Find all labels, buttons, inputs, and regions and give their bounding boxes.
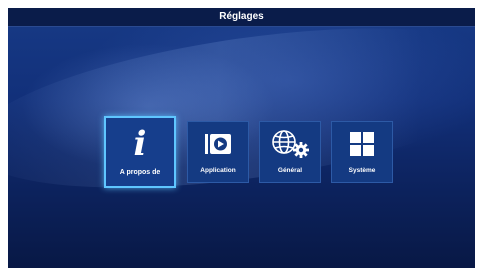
globe-gear-icon [272,130,309,158]
tile-about[interactable]: i A propos de [104,116,176,188]
tile-label-application: Application [200,167,236,174]
tile-label-general: Général [277,167,303,174]
tile-label-system: Système [348,167,376,174]
tile-label-about: A propos de [119,169,161,176]
tile-general[interactable]: Général [259,121,321,183]
settings-screen: Réglages i A propos de Application Génér… [8,8,475,268]
tile-application[interactable]: Application [187,121,249,183]
settings-tiles: i A propos de Application Général Systèm… [8,8,475,268]
tile-system[interactable]: Système [331,121,393,183]
info-icon: i [133,124,147,164]
grid-icon [350,132,374,156]
media-play-icon [205,134,231,154]
